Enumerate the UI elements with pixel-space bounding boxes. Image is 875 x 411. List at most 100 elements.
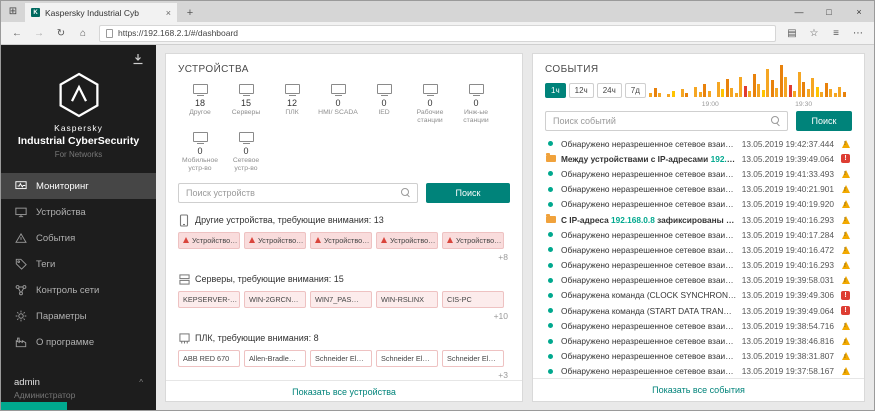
severity-critical-icon: ! bbox=[839, 154, 852, 164]
more-icon[interactable]: ⋯ bbox=[848, 28, 868, 39]
device-chip[interactable]: Schneider El… bbox=[442, 349, 504, 367]
device-chip[interactable]: CIS-PC bbox=[442, 290, 504, 308]
histogram-bar bbox=[770, 80, 774, 97]
refresh-icon[interactable]: ↻ bbox=[51, 28, 71, 39]
sidebar: Kaspersky Industrial CyberSecurity For N… bbox=[1, 45, 156, 410]
device-group-header: Другие устройства, требующие внимания: 1… bbox=[178, 214, 510, 227]
minimize-button[interactable]: — bbox=[784, 1, 814, 22]
new-tab-button[interactable]: + bbox=[177, 3, 203, 22]
back-icon[interactable]: ← bbox=[7, 28, 27, 39]
time-filter-2[interactable]: 24ч bbox=[596, 83, 622, 98]
device-chip-label: Устройство… bbox=[390, 235, 436, 245]
time-filter-3[interactable]: 7д bbox=[624, 83, 646, 98]
event-row[interactable]: Обнаружено неразрешенное сетевое взаимод… bbox=[545, 258, 852, 273]
event-timestamp: 13.05.2019 19:38:46.816 bbox=[741, 336, 834, 347]
address-bar[interactable]: https://192.168.2.1/#/dashboard bbox=[99, 24, 776, 42]
histogram-bar bbox=[838, 87, 841, 97]
event-row[interactable]: Обнаружено неразрешенное сетевое взаимод… bbox=[545, 242, 852, 257]
devices-search-input[interactable] bbox=[186, 187, 401, 198]
event-row[interactable]: Обнаружено неразрешенное сетевое взаимод… bbox=[545, 136, 852, 151]
sidebar-item-devices[interactable]: Устройства bbox=[1, 199, 156, 225]
sidebar-item-settings[interactable]: Параметры bbox=[1, 303, 156, 329]
device-chip[interactable]: Устройство… bbox=[244, 231, 306, 249]
show-all-devices-link[interactable]: Показать все устройства bbox=[166, 379, 522, 403]
device-type[interactable]: 0 IED bbox=[362, 84, 406, 125]
device-chip[interactable]: WIN-RSLINX bbox=[376, 290, 438, 308]
show-all-events-link[interactable]: Показать все события bbox=[533, 378, 864, 401]
device-type[interactable]: 12 ПЛК bbox=[270, 84, 314, 125]
sidebar-item-events[interactable]: События bbox=[1, 225, 156, 251]
device-type[interactable]: 0 Инж-ые станции bbox=[454, 84, 498, 125]
device-type-icon bbox=[376, 84, 392, 96]
event-row[interactable]: С IP-адреса 192.168.0.8 зафиксированы ча… bbox=[545, 212, 852, 227]
event-row[interactable]: Обнаружено неразрешенное сетевое взаимод… bbox=[545, 166, 852, 181]
severity-warning-icon: ! bbox=[839, 352, 852, 361]
devices-search-button[interactable]: Поиск bbox=[426, 182, 510, 203]
device-chip[interactable]: Устройство… bbox=[376, 231, 438, 249]
more-count: +10 bbox=[493, 310, 508, 321]
event-row[interactable]: Обнаружено неразрешенное сетевое взаимод… bbox=[545, 273, 852, 288]
device-type[interactable]: 15 Серверы bbox=[224, 84, 268, 125]
event-timestamp: 13.05.2019 19:42:37.444 bbox=[741, 138, 834, 149]
sidebar-item-label: Устройства bbox=[36, 206, 86, 218]
close-button[interactable]: × bbox=[844, 1, 874, 22]
device-chip[interactable]: Schneider El… bbox=[376, 349, 438, 367]
event-row[interactable]: Обнаружено неразрешенное сетевое взаимод… bbox=[545, 227, 852, 242]
device-chip-label: WIN-2GRCN… bbox=[249, 294, 299, 304]
device-type[interactable]: 0 Сетевое устр-во bbox=[224, 132, 268, 173]
device-chip[interactable]: Schneider El… bbox=[310, 349, 372, 367]
event-row[interactable]: Обнаружено неразрешенное сетевое взаимод… bbox=[545, 364, 852, 378]
events-search-box[interactable] bbox=[545, 111, 788, 131]
sidebar-item-network-control[interactable]: Контроль сети bbox=[1, 277, 156, 303]
device-chip[interactable]: Устройство… bbox=[442, 231, 504, 249]
home-icon[interactable]: ⌂ bbox=[73, 28, 93, 39]
device-chip[interactable]: Allen-Bradle… bbox=[244, 349, 306, 367]
time-filter-1[interactable]: 12ч bbox=[568, 83, 594, 98]
search-icon bbox=[401, 187, 410, 198]
device-groups: Другие устройства, требующие внимания: 1… bbox=[178, 203, 510, 380]
event-text: Обнаружено неразрешенное сетевое взаимод… bbox=[561, 351, 737, 362]
device-type[interactable]: 0 Мобильное устр-во bbox=[178, 132, 222, 173]
histogram-bar bbox=[680, 88, 684, 97]
device-type[interactable]: 18 Другое bbox=[178, 84, 222, 125]
device-type[interactable]: 0 Рабочие станции bbox=[408, 84, 452, 125]
tab-close-icon[interactable]: × bbox=[166, 8, 171, 18]
favorites-icon[interactable]: ☆ bbox=[804, 28, 824, 39]
device-chip[interactable]: ABB RED 670 bbox=[178, 349, 240, 367]
events-search-button[interactable]: Поиск bbox=[796, 111, 852, 131]
reading-view-icon[interactable]: ▤ bbox=[782, 28, 802, 39]
sidebar-item-about[interactable]: О программе bbox=[1, 329, 156, 355]
hub-icon[interactable]: ≡ bbox=[826, 28, 846, 39]
event-row[interactable]: Обнаружено неразрешенное сетевое взаимод… bbox=[545, 349, 852, 364]
device-type-count: 0 bbox=[381, 98, 387, 108]
browser-tab[interactable]: K Kaspersky Industrial Cyb × bbox=[25, 3, 177, 22]
forward-icon[interactable]: → bbox=[29, 28, 49, 39]
device-chip[interactable]: KEPSERVER-… bbox=[178, 290, 240, 308]
events-list: Обнаружено неразрешенное сетевое взаимод… bbox=[545, 136, 852, 378]
time-filter-0[interactable]: 1ч bbox=[545, 83, 566, 98]
severity-critical-icon: ! bbox=[839, 306, 852, 316]
severity-warning-icon: ! bbox=[839, 276, 852, 285]
event-row[interactable]: Обнаружено неразрешенное сетевое взаимод… bbox=[545, 182, 852, 197]
event-dot-icon bbox=[545, 262, 556, 268]
histogram-bar bbox=[779, 65, 783, 97]
histogram-bar bbox=[802, 81, 805, 97]
device-type[interactable]: 0 HMI/ SCADA bbox=[316, 84, 360, 125]
event-row[interactable]: Обнаружена команда (CLOCK SYNCHRONIZATIO… bbox=[545, 288, 852, 303]
device-chip[interactable]: Устройство… bbox=[178, 231, 240, 249]
event-row[interactable]: Обнаружено неразрешенное сетевое взаимод… bbox=[545, 333, 852, 348]
devices-search-box[interactable] bbox=[178, 182, 418, 203]
event-row[interactable]: Обнаружена команда (START DATA TRANSFER … bbox=[545, 303, 852, 318]
sidebar-item-tags[interactable]: Теги bbox=[1, 251, 156, 277]
device-chip[interactable]: WIN7_PAS… bbox=[310, 290, 372, 308]
device-type-icon bbox=[422, 84, 438, 96]
events-search-input[interactable] bbox=[553, 116, 771, 126]
device-chip[interactable]: Устройство… bbox=[310, 231, 372, 249]
event-row[interactable]: Между устройствами с IP-адресами 192.168… bbox=[545, 151, 852, 166]
device-chip[interactable]: WIN-2GRCN… bbox=[244, 290, 306, 308]
event-row[interactable]: Обнаружено неразрешенное сетевое взаимод… bbox=[545, 318, 852, 333]
event-row[interactable]: Обнаружено неразрешенное сетевое взаимод… bbox=[545, 197, 852, 212]
maximize-button[interactable]: □ bbox=[814, 1, 844, 22]
export-report-icon[interactable] bbox=[132, 52, 144, 70]
sidebar-item-monitoring[interactable]: Мониторинг bbox=[1, 173, 156, 199]
